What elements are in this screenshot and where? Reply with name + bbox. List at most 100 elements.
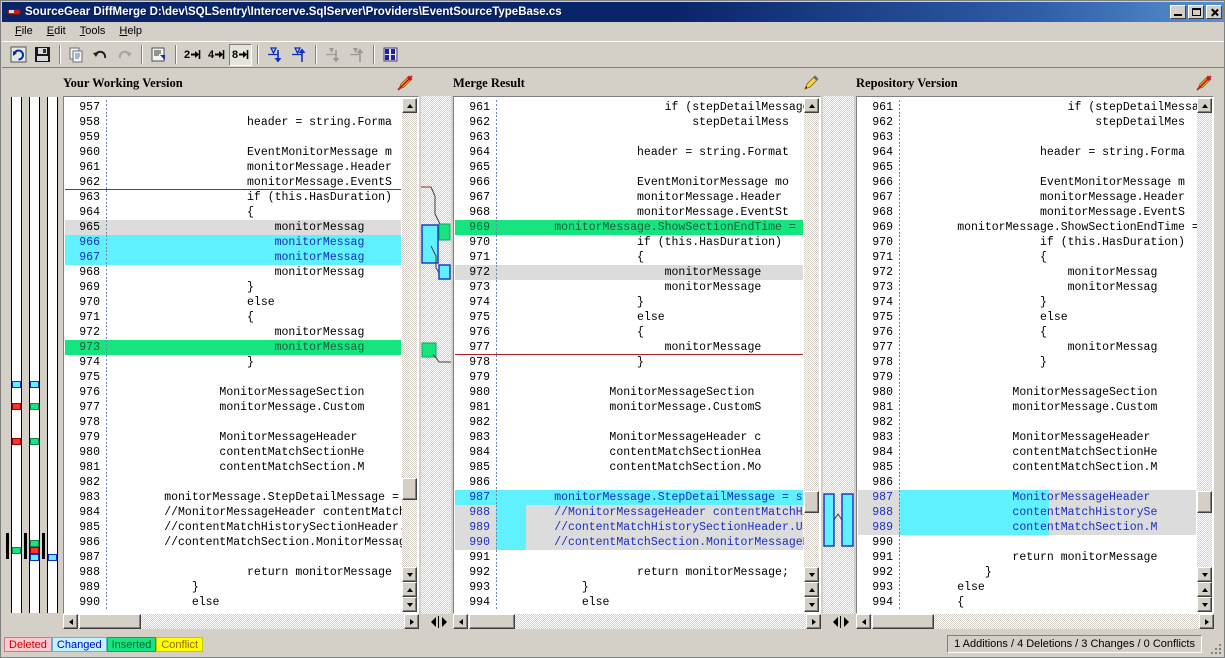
inserted-marker[interactable]	[30, 438, 39, 445]
left-scroll-down-button[interactable]	[402, 567, 417, 582]
code-line[interactable]: 979	[455, 370, 803, 385]
right-pane-nav-arrows[interactable]	[831, 614, 851, 630]
code-line[interactable]: 990	[858, 535, 1196, 550]
right-editor-pane[interactable]: 961 if (stepDetailMessage 962 stepDetailM…	[856, 96, 1214, 614]
code-line[interactable]: 979 MonitorMessageHeader	[65, 430, 401, 445]
menu-tools[interactable]: Tools	[73, 23, 113, 39]
pencil-disabled-icon[interactable]	[1196, 75, 1214, 91]
code-line[interactable]: 963	[858, 130, 1196, 145]
code-line[interactable]: 988 return monitorMessage	[65, 565, 401, 580]
prev-difference-button[interactable]	[287, 44, 310, 66]
left-editor-pane[interactable]: 957 958 header = string.Forma 959 960 Event…	[63, 96, 419, 614]
code-line[interactable]: 961 if (stepDetailMessage	[858, 100, 1212, 115]
save-button[interactable]	[31, 44, 54, 66]
minimize-button[interactable]	[1170, 5, 1186, 19]
left-hscroll-left-button[interactable]	[63, 614, 78, 629]
code-line[interactable]: 977 monitorMessag	[858, 340, 1196, 355]
code-line[interactable]: 975	[65, 370, 401, 385]
show-map-button[interactable]	[379, 44, 402, 66]
pencil-disabled-icon[interactable]	[397, 75, 415, 91]
next-difference-button[interactable]	[263, 44, 286, 66]
code-line[interactable]: 964 header = string.Format	[455, 145, 803, 160]
properties-button[interactable]	[147, 44, 170, 66]
tab-width-4-button[interactable]: 4	[205, 44, 228, 66]
code-line[interactable]: 984 contentMatchSectionHe	[858, 445, 1196, 460]
middle-scroll-down-button[interactable]	[804, 567, 819, 582]
changed-marker[interactable]	[30, 381, 39, 388]
code-line[interactable]: 992 }	[858, 565, 1196, 580]
code-line[interactable]: 978	[65, 415, 401, 430]
right-scroll-page-up-button[interactable]	[1197, 582, 1212, 597]
right-vertical-scrollbar[interactable]	[1197, 98, 1212, 612]
code-line[interactable]: 968 monitorMessage.EventSt	[455, 205, 803, 220]
code-line[interactable]: 974 }	[65, 355, 401, 370]
menu-edit[interactable]: Edit	[40, 23, 73, 39]
code-line[interactable]: 969 monitorMessage.ShowSectionEndTime = …	[455, 220, 816, 235]
middle-hscroll-left-button[interactable]	[453, 614, 468, 629]
code-line[interactable]: 962 monitorMessage.EventS	[65, 175, 401, 190]
code-line[interactable]: 962 stepDetailMes	[858, 115, 1196, 130]
inserted-marker[interactable]	[12, 547, 21, 554]
code-line[interactable]: 980 contentMatchSectionHe	[65, 445, 401, 460]
code-line[interactable]: 988 contentMatchHistorySe	[858, 505, 1196, 520]
code-line[interactable]: 981 monitorMessage.CustomS	[455, 400, 803, 415]
left-scroll-page-up-button[interactable]	[402, 582, 417, 597]
code-line[interactable]: 968 monitorMessag	[65, 265, 401, 280]
code-line[interactable]: 972 monitorMessage	[455, 265, 803, 280]
code-line[interactable]: 972 monitorMessag	[858, 265, 1196, 280]
deleted-marker[interactable]	[12, 403, 21, 410]
code-line[interactable]: 989 }	[65, 580, 401, 595]
code-line[interactable]: 976 MonitorMessageSection	[65, 385, 401, 400]
right-horizontal-scrollbar[interactable]	[856, 614, 1214, 629]
code-line[interactable]: 970 if (this.HasDuration)	[455, 235, 803, 250]
code-line[interactable]: 971 {	[455, 250, 803, 265]
code-line[interactable]: 975 else	[455, 310, 803, 325]
right-hscroll-left-button[interactable]	[856, 614, 871, 629]
code-line[interactable]: 965	[858, 160, 1196, 175]
code-line[interactable]: 967 monitorMessag	[65, 250, 401, 265]
code-line[interactable]: 983 MonitorMessageHeader	[858, 430, 1196, 445]
right-hscroll-thumb[interactable]	[872, 614, 934, 629]
code-line[interactable]: 967 monitorMessage.Header	[858, 190, 1196, 205]
code-line[interactable]: 957	[65, 100, 401, 115]
code-line[interactable]: 969 }	[65, 280, 401, 295]
code-line[interactable]: 990 else	[65, 595, 401, 610]
changed-marker[interactable]	[30, 554, 39, 561]
code-line[interactable]: 960 EventMonitorMessage m	[65, 145, 401, 160]
right-scroll-up-button[interactable]	[1197, 98, 1212, 113]
left-hscroll-right-button[interactable]	[404, 614, 419, 629]
difference-map[interactable]	[6, 97, 58, 613]
code-line[interactable]: 988 //MonitorMessageHeader contentMatchH…	[455, 505, 816, 520]
resize-grip[interactable]	[1207, 640, 1221, 654]
code-line[interactable]: 977 monitorMessage	[455, 340, 803, 355]
code-line[interactable]: 963	[455, 130, 803, 145]
map-column-right[interactable]	[47, 97, 58, 613]
left-scroll-thumb[interactable]	[402, 478, 417, 500]
middle-hscroll-thumb[interactable]	[469, 614, 515, 629]
inserted-marker[interactable]	[30, 540, 39, 547]
code-line[interactable]: 973 monitorMessage	[455, 280, 803, 295]
code-line[interactable]: 984 contentMatchSectionHea	[455, 445, 803, 460]
code-line[interactable]: 971 {	[858, 250, 1196, 265]
inserted-marker[interactable]	[30, 403, 39, 410]
next-conflict-button[interactable]	[321, 44, 344, 66]
code-line[interactable]: 971 {	[65, 310, 401, 325]
code-line[interactable]: 966 EventMonitorMessage m	[858, 175, 1196, 190]
code-line[interactable]: 989 //contentMatchHistorySectionHeader.U…	[455, 520, 816, 535]
code-line[interactable]: 964 {	[65, 205, 401, 220]
menu-file[interactable]: FFileile	[8, 23, 40, 39]
left-pane-nav-arrows[interactable]	[429, 614, 449, 630]
code-line[interactable]: 991 return monitorMessage	[858, 550, 1196, 565]
code-line[interactable]: 985 contentMatchSection.Mo	[455, 460, 803, 475]
code-line[interactable]: 981 monitorMessage.Custom	[858, 400, 1196, 415]
code-line[interactable]: 991	[455, 550, 803, 565]
code-line[interactable]: 986 //contentMatchSection.MonitorMessage…	[65, 535, 417, 550]
close-button[interactable]	[1206, 5, 1222, 19]
code-line[interactable]: 974 }	[858, 295, 1196, 310]
middle-horizontal-scrollbar[interactable]	[453, 614, 821, 629]
code-line[interactable]: 964 header = string.Forma	[858, 145, 1196, 160]
tab-width-2-button[interactable]: 2	[181, 44, 204, 66]
code-line[interactable]: 965 monitorMessag	[65, 220, 401, 235]
code-line[interactable]: 984 //MonitorMessageHeader contentMatchH…	[65, 505, 417, 520]
right-hscroll-right-button[interactable]	[1199, 614, 1214, 629]
